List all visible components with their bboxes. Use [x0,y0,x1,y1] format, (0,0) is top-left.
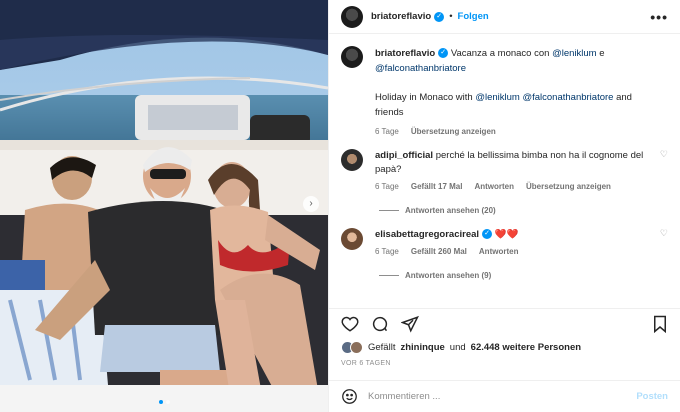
verified-badge-icon: ✓ [434,11,445,22]
verified-badge-icon: ✓ [438,48,449,59]
caption-translate-button[interactable]: Übersetzung anzeigen [411,124,496,139]
caption-avatar[interactable] [341,46,363,68]
likes-summary: Gefällt zhininque und 62.448 weitere Per… [329,341,680,354]
bookmark-icon[interactable] [652,315,668,333]
comment-input[interactable]: Kommentieren ... [368,391,636,402]
comment-avatar[interactable] [341,149,363,171]
divider-line [379,275,399,276]
more-options-button[interactable]: ••• [650,9,668,25]
more-icon: ••• [650,8,668,25]
follow-button[interactable]: Folgen [458,11,489,22]
comment: elisabettagregoracireal ✓ ❤️❤️ 6 Tage Gef… [329,215,680,259]
header-username[interactable]: briatoreflavio [371,11,431,22]
post-photo [0,0,328,412]
mention-falconathanbriatore[interactable]: @falconathanbriatore [375,63,466,74]
post-comment-button[interactable]: Posten [636,391,668,402]
carousel-next-button[interactable]: › [303,196,319,212]
likes-middle: und [449,342,466,353]
avatar [350,341,363,354]
mention-falconathanbriatore-en[interactable]: @falconathanbriatore [522,92,613,103]
comment-like-heart-icon[interactable]: ♡ [660,149,668,194]
post-header: briatoreflavio ✓ • Folgen ••• [329,0,680,34]
comment-age[interactable]: 6 Tage [375,245,399,259]
chevron-right-icon: › [309,198,313,209]
comment-icon[interactable] [371,315,389,333]
likes-prefix: Gefällt [368,342,396,353]
caption-text-en: Holiday in Monaco with [375,92,473,103]
comment-bar: Kommentieren ... Posten [329,380,680,412]
avatar[interactable] [341,5,363,28]
carousel-dot-active [158,400,163,404]
comment-username[interactable]: adipi_official [375,150,433,161]
heart-icon[interactable] [341,315,359,333]
caption-text-en-friends: friends [375,107,404,118]
carousel-dot [165,400,170,404]
caption-text-it: Vacanza a monaco con [450,48,550,59]
share-icon[interactable] [401,315,419,333]
mention-leniklum-en[interactable]: @leniklum [475,92,520,103]
caption-text-and: e [599,48,605,59]
comment-likes[interactable]: Gefällt 17 Mal [411,180,463,194]
action-bar [329,308,680,339]
caption-username[interactable]: briatoreflavio [375,48,435,59]
caption-text-en-and: and [616,92,632,103]
view-replies-label: Antworten ansehen (20) [405,206,496,215]
likes-count-button[interactable]: 62.448 weitere Personen [471,342,581,353]
comment-likes[interactable]: Gefällt 260 Mal [411,245,467,259]
comment: adipi_official perché la bellissima bimb… [329,139,680,194]
comment-avatar[interactable] [341,228,363,250]
post-image[interactable]: › [0,0,328,412]
caption-age[interactable]: 6 Tage [375,124,399,139]
comment-age[interactable]: 6 Tage [375,180,399,194]
likes-user[interactable]: zhininque [400,342,444,353]
caption: briatoreflavio ✓ Vacanza a monaco con @le… [329,34,680,139]
carousel-dots [0,400,328,404]
header-separator: • [449,11,453,22]
verified-badge-icon: ✓ [482,229,493,240]
comment-reply-button[interactable]: Antworten [479,245,519,259]
divider-line [379,210,399,211]
comment-reply-button[interactable]: Antworten [474,180,514,194]
comment-text: ❤️❤️ [494,229,519,240]
view-replies-label: Antworten ansehen (9) [405,271,492,280]
mention-leniklum[interactable]: @leniklum [552,48,597,59]
comment-like-heart-icon[interactable]: ♡ [660,228,668,259]
liker-avatars[interactable] [341,341,363,354]
post-details-panel: briatoreflavio ✓ • Folgen ••• briatorefl… [328,0,680,412]
comment-username[interactable]: elisabettagregoracireal [375,229,479,240]
view-replies-button[interactable]: Antworten ansehen (9) [329,271,680,280]
emoji-icon[interactable] [341,388,358,405]
post-date: VOR 6 TAGEN [341,360,391,367]
comment-translate-button[interactable]: Übersetzung anzeigen [526,180,611,194]
view-replies-button[interactable]: Antworten ansehen (20) [329,206,680,215]
